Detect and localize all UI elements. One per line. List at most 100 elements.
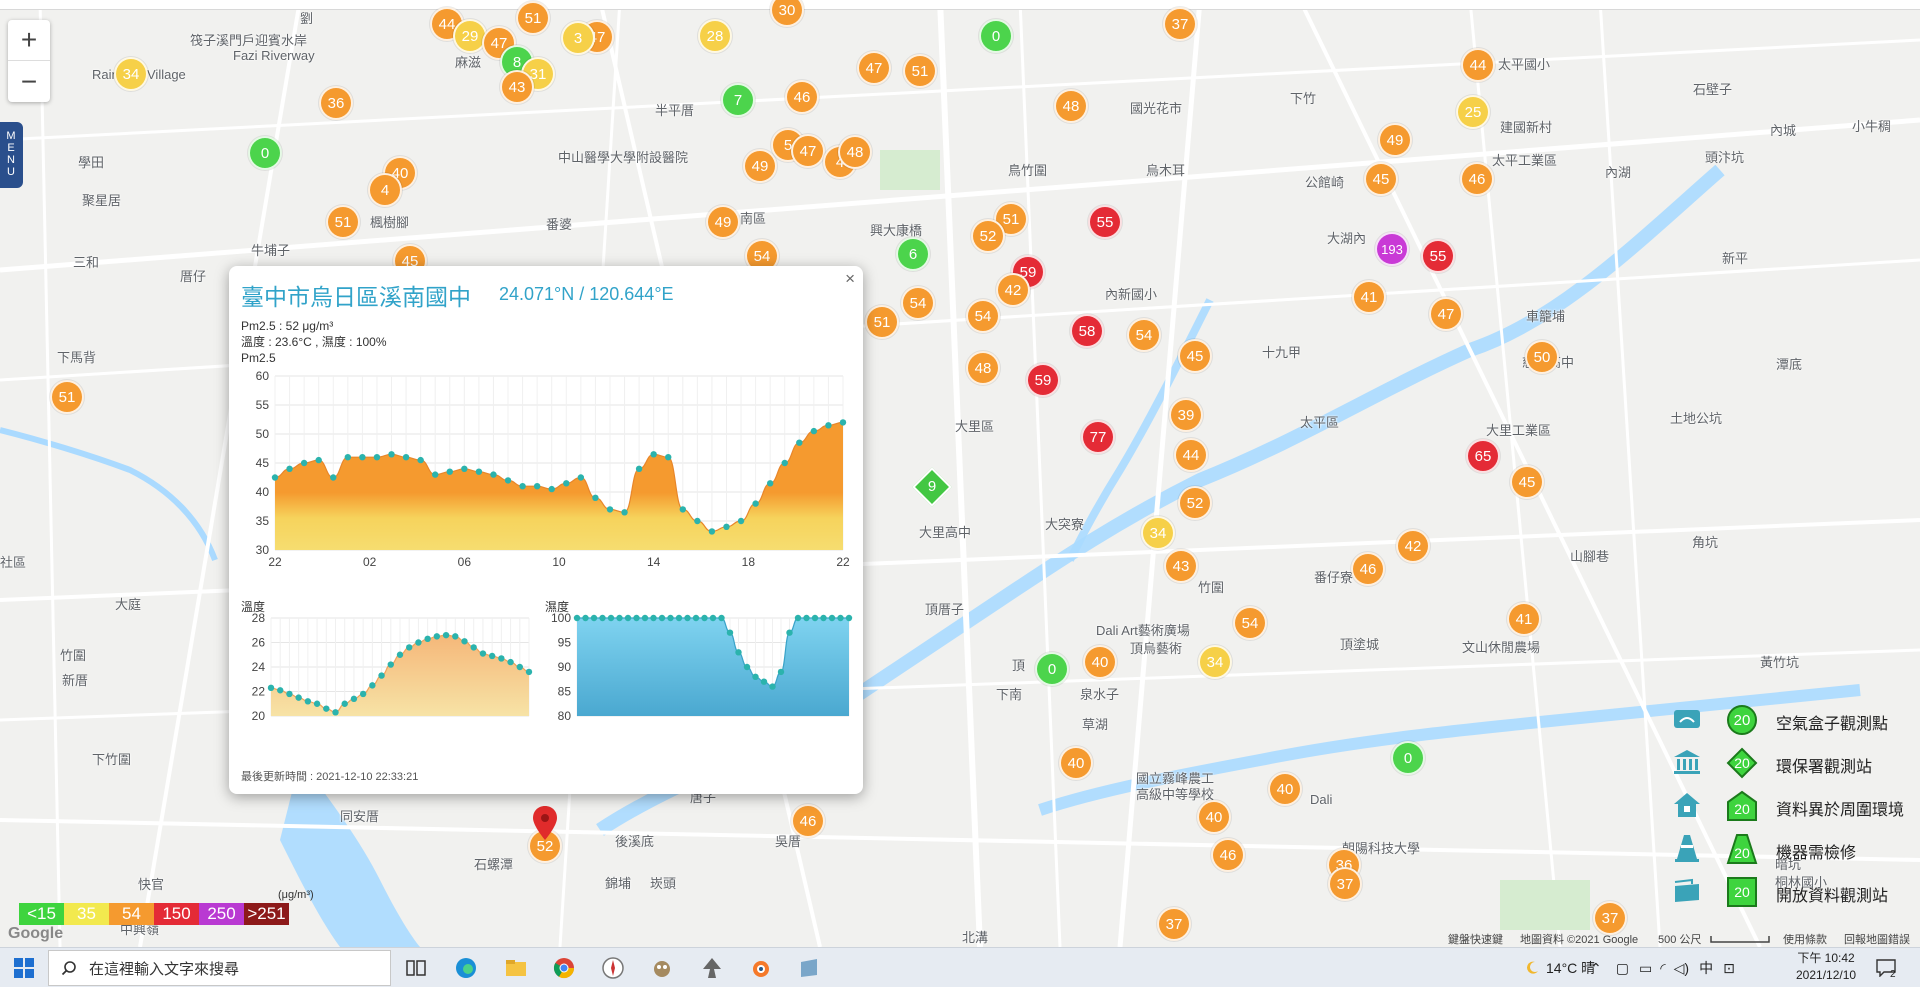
sensor-marker[interactable]: 48 (1054, 89, 1088, 123)
device-icon[interactable]: ▢ (1616, 960, 1629, 977)
network-icon[interactable]: ◜ (1660, 960, 1665, 977)
sensor-marker[interactable]: 45 (1364, 162, 1398, 196)
windows-start-icon[interactable] (12, 956, 36, 980)
sensor-marker[interactable]: 77 (1081, 420, 1115, 454)
sensor-marker[interactable]: 49 (1378, 123, 1412, 157)
sensor-marker[interactable]: 0 (248, 136, 282, 170)
gimp-icon[interactable] (650, 956, 674, 980)
sensor-marker[interactable]: 46 (791, 804, 825, 838)
sensor-marker[interactable]: 44 (1174, 438, 1208, 472)
taskbar-search-box[interactable]: 在這裡輸入文字來搜尋 (48, 950, 391, 986)
sensor-marker[interactable]: 40 (1197, 800, 1231, 834)
sensor-marker[interactable]: 44 (1461, 48, 1495, 82)
task-view-icon[interactable] (404, 956, 428, 980)
data-point (709, 614, 717, 622)
sensor-marker[interactable]: 7 (721, 83, 755, 117)
sensor-marker[interactable]: 37 (1163, 7, 1197, 41)
sensor-marker[interactable]: 55 (1088, 205, 1122, 239)
sensor-marker[interactable]: 39 (1169, 398, 1203, 432)
sensor-marker[interactable]: 51 (50, 380, 84, 414)
close-popup-button[interactable]: × (845, 269, 855, 289)
sensor-marker[interactable]: 34 (1141, 516, 1175, 550)
sensor-marker[interactable]: 54 (1127, 318, 1161, 352)
sensor-marker[interactable]: 41 (1352, 280, 1386, 314)
sensor-marker[interactable]: 45 (1178, 339, 1212, 373)
sensor-marker[interactable]: 49 (706, 205, 740, 239)
sensor-marker[interactable]: 59 (1026, 363, 1060, 397)
sensor-marker[interactable]: 51 (865, 305, 899, 339)
sensor-marker[interactable]: 47 (857, 51, 891, 85)
sensor-marker[interactable]: 40 (1083, 645, 1117, 679)
sensor-marker[interactable]: 0 (1035, 652, 1069, 686)
inkscape-icon[interactable] (700, 956, 724, 980)
sensor-marker[interactable]: 55 (1421, 239, 1455, 273)
sensor-marker[interactable]: 43 (500, 70, 534, 104)
input-mode-icon[interactable]: ⊡ (1723, 960, 1735, 977)
sensor-marker[interactable]: 37 (1157, 907, 1191, 941)
sensor-marker[interactable]: 45 (1510, 465, 1544, 499)
location-pin-icon[interactable] (533, 806, 557, 842)
sensor-marker[interactable]: 46 (785, 80, 819, 114)
sensor-marker[interactable]: 52 (971, 219, 1005, 253)
sensor-marker[interactable]: 37 (1593, 901, 1627, 935)
sensor-marker[interactable]: 48 (838, 135, 872, 169)
sensor-marker[interactable]: 54 (1233, 606, 1267, 640)
sensor-marker[interactable]: 46 (1460, 162, 1494, 196)
sensor-marker[interactable]: 4 (368, 173, 402, 207)
sensor-marker[interactable]: 37 (1328, 867, 1362, 901)
volume-icon[interactable]: ◁) (1674, 960, 1689, 977)
sensor-marker[interactable]: 51 (516, 1, 550, 35)
zoom-out-button[interactable]: − (8, 61, 50, 102)
sensor-marker[interactable]: 0 (979, 19, 1013, 53)
sensor-marker[interactable]: 40 (1268, 772, 1302, 806)
report-map-error-link[interactable]: 回報地圖錯誤 (1844, 931, 1910, 947)
sensor-marker[interactable]: 40 (1059, 746, 1093, 780)
sensor-marker[interactable]: 25 (1456, 95, 1490, 129)
ime-indicator[interactable]: 中 (1699, 958, 1713, 978)
sensor-marker[interactable]: 0 (1391, 741, 1425, 775)
terms-link[interactable]: 使用條款 (1783, 931, 1827, 947)
taskbar-clock[interactable]: 下午 10:42 2021/12/10 (1796, 950, 1856, 984)
sensor-marker[interactable]: 34 (114, 57, 148, 91)
app-icon[interactable] (797, 956, 821, 980)
map-data-attribution[interactable]: 地圖資料 ©2021 Google (1520, 931, 1638, 947)
sensor-marker[interactable]: 46 (1211, 838, 1245, 872)
sensor-marker[interactable]: 43 (1164, 549, 1198, 583)
sensor-marker[interactable]: 47 (791, 134, 825, 168)
sensor-marker[interactable]: 46 (1351, 552, 1385, 586)
sensor-marker[interactable]: 6 (896, 237, 930, 271)
keyboard-shortcuts-link[interactable]: 鍵盤快速鍵 (1448, 931, 1503, 947)
sensor-marker[interactable]: 193 (1375, 232, 1409, 266)
sensor-marker[interactable]: 41 (1507, 602, 1541, 636)
sensor-marker[interactable]: 58 (1070, 314, 1104, 348)
sensor-marker[interactable]: 42 (996, 273, 1030, 307)
sensor-marker[interactable]: 42 (1396, 529, 1430, 563)
sensor-marker[interactable]: 34 (1198, 645, 1232, 679)
weather-widget[interactable]: 14°C 晴 (1524, 948, 1595, 987)
blender-icon[interactable] (748, 956, 772, 980)
sensor-marker[interactable]: 48 (966, 351, 1000, 385)
edge-browser-icon[interactable] (454, 956, 478, 980)
battery-icon[interactable]: ▭ (1639, 960, 1652, 977)
chrome-icon[interactable] (552, 956, 576, 980)
sensor-marker[interactable]: 51 (903, 54, 937, 88)
map-canvas[interactable]: 劉筏子溪門戶迎賓水岸 Fazi Riverway Rain Village 麻滋 半平厝中… (0, 0, 1920, 947)
sensor-marker[interactable]: 47 (1429, 297, 1463, 331)
sensor-marker[interactable]: 3 (561, 21, 595, 55)
compass-app-icon[interactable] (601, 956, 625, 980)
sensor-marker[interactable]: 36 (319, 86, 353, 120)
sensor-marker[interactable]: 50 (1525, 340, 1559, 374)
y-tick-label: 35 (256, 514, 270, 528)
menu-tab-button[interactable]: MENU (0, 122, 23, 188)
sensor-marker[interactable]: 65 (1466, 439, 1500, 473)
sensor-marker[interactable]: 28 (698, 19, 732, 53)
file-explorer-icon[interactable] (504, 956, 528, 980)
notification-button[interactable]: 2 (1876, 948, 1896, 987)
chevron-up-icon[interactable]: ⌃ (1590, 960, 1602, 977)
sensor-marker[interactable]: 52 (1178, 486, 1212, 520)
zoom-in-button[interactable]: + (8, 20, 50, 61)
sensor-marker[interactable]: 51 (326, 205, 360, 239)
sensor-marker[interactable]: 49 (743, 149, 777, 183)
sensor-marker[interactable]: 54 (901, 286, 935, 320)
sensor-marker[interactable]: 54 (966, 299, 1000, 333)
